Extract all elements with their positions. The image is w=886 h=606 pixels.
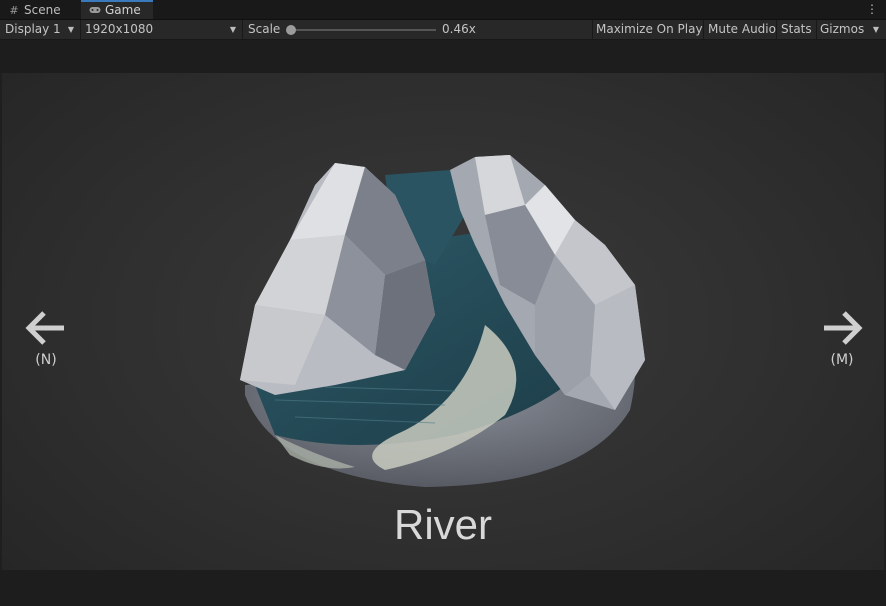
gizmos-dropdown[interactable]: Gizmos ▼ — [815, 20, 885, 39]
level-title: River — [393, 501, 492, 548]
display-dropdown-label: Display 1 — [5, 22, 61, 36]
resolution-dropdown[interactable]: 1920x1080 ▼ — [80, 20, 242, 39]
letterbox-top — [0, 40, 886, 73]
mute-audio-toggle[interactable]: Mute Audio — [703, 20, 776, 39]
next-level-button[interactable]: (M) — [820, 306, 864, 368]
game-viewport[interactable]: (N) (M) River — [2, 73, 884, 570]
arrow-right-icon — [824, 311, 863, 345]
scale-slider-handle[interactable] — [286, 25, 296, 35]
resolution-dropdown-label: 1920x1080 — [85, 22, 154, 36]
grid-icon: # — [9, 4, 19, 17]
previous-key-hint: (N) — [35, 352, 57, 368]
scale-label: Scale — [248, 22, 281, 36]
stats-toggle[interactable]: Stats — [776, 20, 816, 39]
tab-game-label: Game — [105, 3, 141, 17]
chevron-down-icon: ▼ — [229, 25, 236, 34]
arrow-left-icon — [25, 311, 64, 345]
tab-scene-label: Scene — [24, 3, 61, 17]
tab-scene[interactable]: # Scene — [0, 0, 80, 19]
chevron-down-icon: ▼ — [872, 25, 879, 34]
scale-value: 0.46x — [442, 22, 476, 36]
maximize-on-play-toggle[interactable]: Maximize On Play — [591, 20, 703, 39]
previous-level-button[interactable]: (N) — [24, 306, 68, 368]
letterbox-bottom — [0, 570, 886, 606]
game-toolbar: Display 1 ▼ 1920x1080 ▼ Scale 0.46x Maxi… — [0, 20, 886, 40]
tab-game[interactable]: Game — [81, 0, 153, 19]
gamepad-icon — [89, 2, 101, 19]
display-dropdown[interactable]: Display 1 ▼ — [0, 20, 80, 39]
gizmos-dropdown-label: Gizmos — [820, 22, 865, 36]
next-key-hint: (M) — [830, 352, 854, 368]
chevron-down-icon: ▼ — [67, 25, 74, 34]
scale-slider-track[interactable] — [293, 29, 436, 31]
editor-tabbar: # Scene Game ⋮ — [0, 0, 886, 20]
river-island-model — [240, 155, 645, 487]
more-options-icon[interactable]: ⋮ — [866, 2, 878, 16]
